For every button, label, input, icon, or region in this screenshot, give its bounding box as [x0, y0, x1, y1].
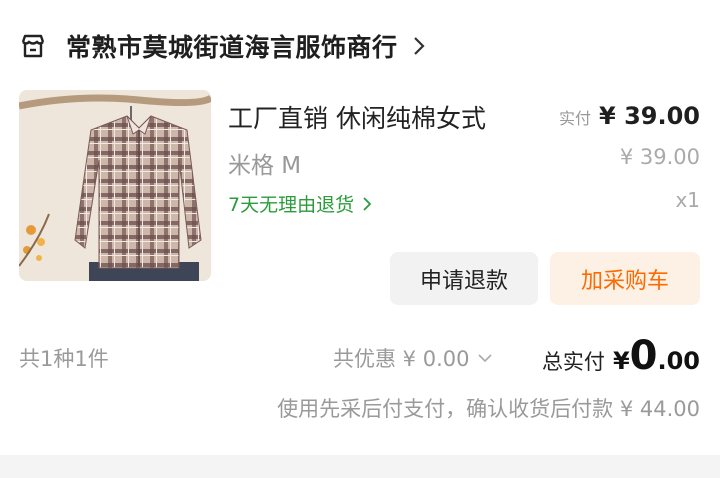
add-to-cart-button[interactable]: 加采购车 — [550, 252, 700, 305]
chevron-down-icon — [477, 353, 493, 363]
paid-label: 实付 — [559, 109, 592, 128]
discount-label: 共优惠 ¥ 0.00 — [333, 347, 470, 371]
store-icon — [18, 31, 48, 61]
section-divider — [0, 455, 720, 478]
request-refund-button[interactable]: 申请退款 — [390, 252, 538, 305]
discount-toggle[interactable]: 共优惠 ¥ 0.00 — [333, 343, 493, 373]
return-policy-label: 7天无理由退货 — [228, 194, 355, 216]
product-spec: 米格 M — [228, 153, 302, 179]
quantity: x1 — [675, 188, 700, 212]
total-label: 总实付 — [541, 350, 605, 374]
chevron-right-icon[interactable] — [412, 34, 430, 58]
total-paid: 总实付 ¥ 0 .00 — [542, 333, 700, 379]
paid-amount: ¥ 39.00 — [599, 102, 700, 130]
pay-later-note: 使用先采后付支付，确认收货后付款 ¥ 44.00 — [277, 397, 700, 421]
item-count: 共1种1件 — [19, 347, 109, 371]
total-currency: ¥ — [612, 347, 630, 375]
original-price: ¥ 39.00 — [619, 145, 700, 169]
chevron-right-icon — [362, 196, 372, 212]
store-name[interactable]: 常熟市莫城街道海言服饰商行 — [66, 28, 398, 64]
total-integer: 0 — [629, 333, 658, 379]
return-policy-link[interactable]: 7天无理由退货 — [228, 190, 372, 217]
total-decimal: .00 — [657, 347, 700, 375]
product-title[interactable]: 工厂直销 休闲纯棉女式 — [228, 99, 486, 135]
product-image[interactable] — [19, 90, 211, 281]
store-header[interactable]: 常熟市莫城街道海言服饰商行 — [18, 24, 698, 68]
paid-amount-row: 实付 ¥ 39.00 — [559, 102, 700, 130]
